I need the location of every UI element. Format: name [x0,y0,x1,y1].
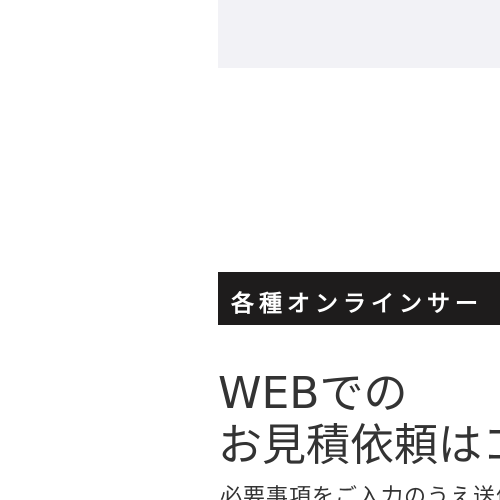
heading-line-2: お見積依頼はコ [218,420,500,471]
description-text: 必要事項をご入力のうえ送信 [220,485,500,500]
section-label-text: 各種オンラインサー [231,291,483,317]
section-label: 各種オンラインサー [218,272,500,325]
heading-line-1: WEBでの [218,368,408,419]
page: 各種オンラインサー WEBでの お見積依頼はコ 必要事項をご入力のうえ送信 [0,0,500,500]
page-heading: WEBでの お見積依頼はコ [218,368,500,472]
top-panel [218,0,500,68]
